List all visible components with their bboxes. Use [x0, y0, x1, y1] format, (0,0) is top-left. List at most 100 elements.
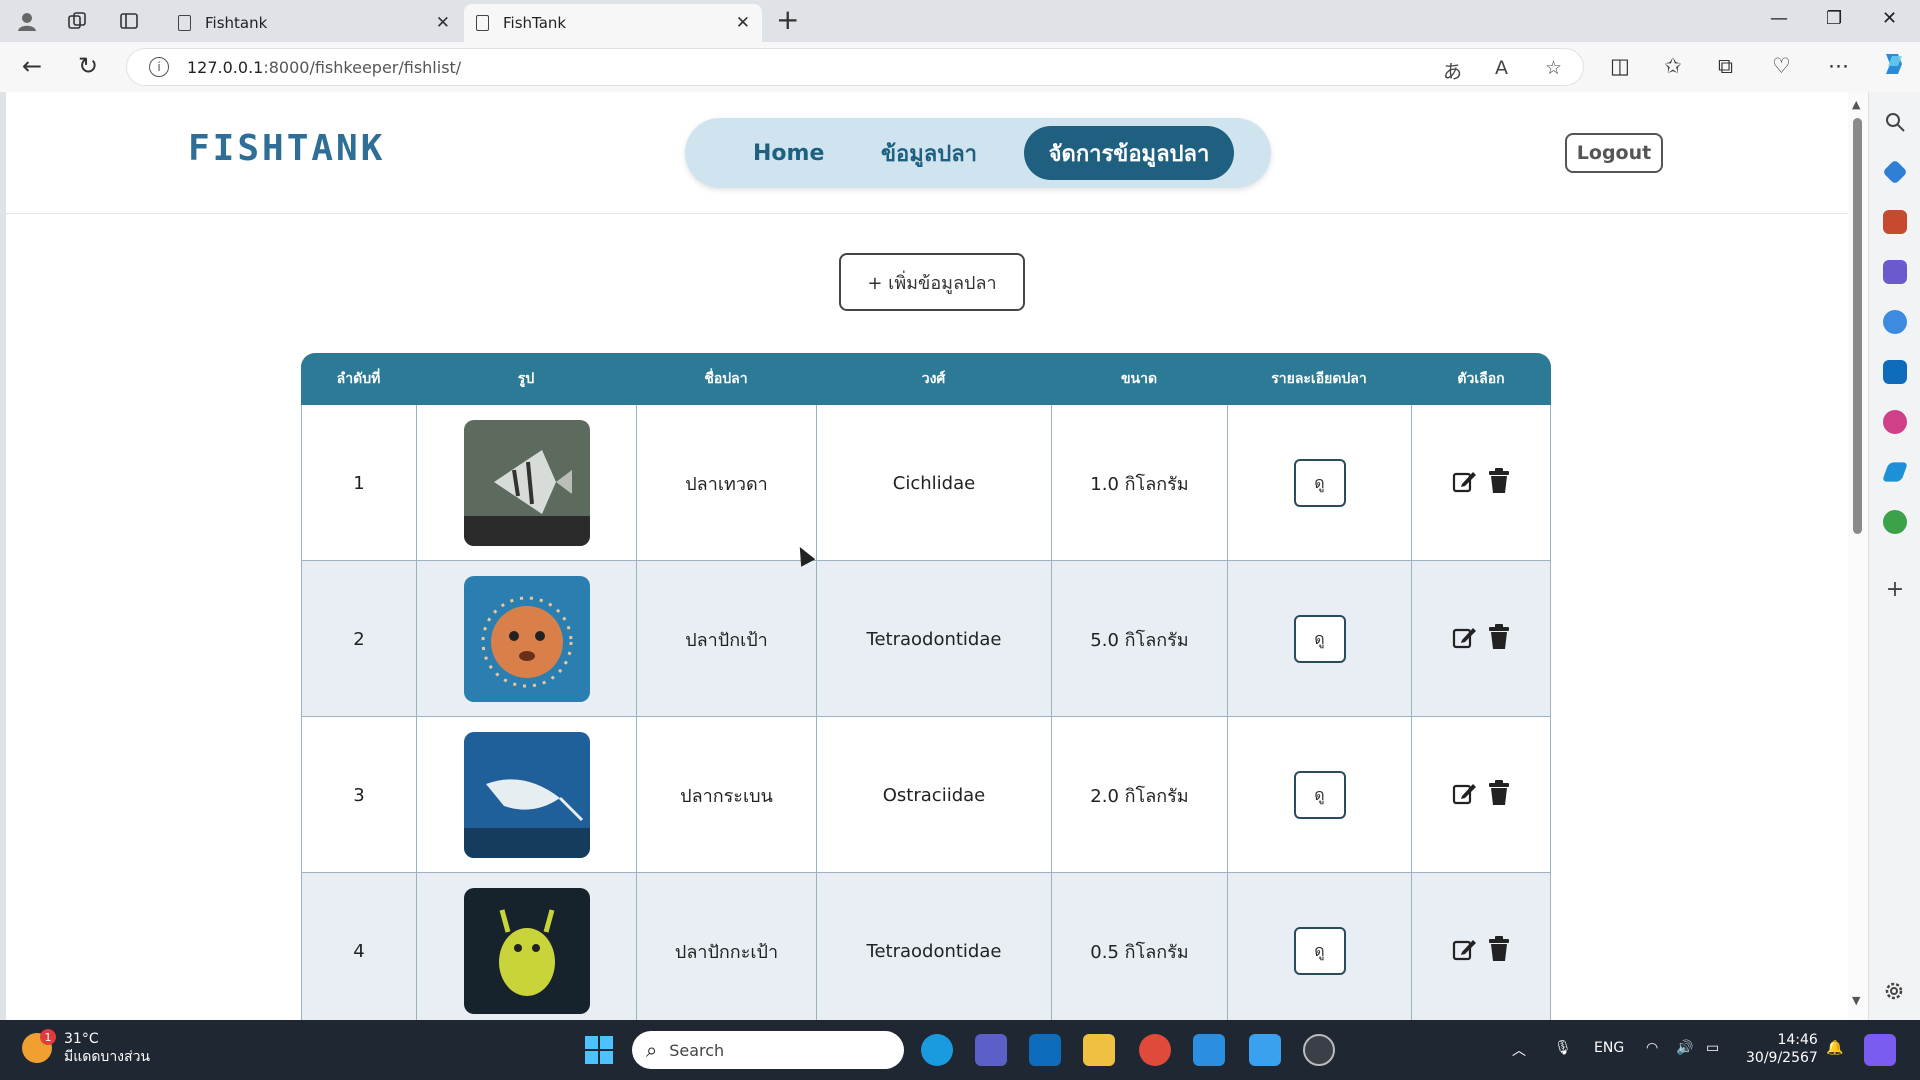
fish-name: ปลาปักกะเป้า — [636, 873, 816, 1020]
read-aloud-icon[interactable]: A — [1495, 57, 1508, 79]
view-details-button[interactable]: ดู — [1293, 927, 1346, 975]
outlook-icon[interactable] — [1883, 360, 1907, 384]
show-hidden-icons-icon[interactable]: ︿ — [1512, 1040, 1526, 1060]
view-details-button[interactable]: ดู — [1293, 771, 1346, 819]
clock-time: 14:46 — [1777, 1032, 1818, 1048]
teams-icon[interactable] — [975, 1034, 1007, 1066]
add-fish-button[interactable]: + เพิ่มข้อมูลปลา — [839, 253, 1025, 311]
fish-photo-stingray — [463, 732, 590, 858]
tab-title: Fishtank — [205, 14, 268, 32]
designer-icon[interactable] — [1883, 410, 1907, 434]
options-cell — [1411, 405, 1551, 561]
clock[interactable]: 14:46 30/9/2567 — [1746, 1031, 1818, 1067]
fish-size: 2.0 กิโลกรัม — [1051, 717, 1227, 873]
table-row: 3 ปลากระเบน Ostraciidae 2.0 กิโลกรัม ดู — [301, 717, 1551, 873]
tab-fishtank-1[interactable]: Fishtank ✕ — [166, 4, 462, 42]
address-toolbar: ← ↻ i 127.0.0.1:8000/fishkeeper/fishlist… — [0, 42, 1920, 92]
clock-date: 30/9/2567 — [1746, 1050, 1818, 1066]
windows-start-icon[interactable] — [583, 1034, 615, 1066]
nav-manage-fish[interactable]: จัดการข้อมูลปลา — [1024, 126, 1234, 180]
trash-icon[interactable] — [1487, 935, 1511, 967]
vertical-tabs-icon[interactable] — [116, 8, 142, 34]
copilot-icon[interactable] — [1880, 50, 1908, 83]
tools-briefcase-icon[interactable] — [1883, 210, 1907, 234]
notification-badge: 1 — [40, 1029, 56, 1045]
add-sidebar-icon[interactable]: + — [1883, 578, 1907, 602]
search-icon[interactable] — [1883, 110, 1907, 134]
trash-icon[interactable] — [1487, 779, 1511, 811]
url-text[interactable]: 127.0.0.1:8000/fishkeeper/fishlist/ — [187, 58, 461, 77]
vscode-icon[interactable] — [1193, 1034, 1225, 1066]
favorites-icon[interactable]: ✩ — [1664, 54, 1682, 78]
fish-name: ปลากระเบน — [636, 717, 816, 873]
col-header-options: ตัวเลือก — [1457, 371, 1505, 387]
collections-icon[interactable]: ⧉ — [1718, 54, 1733, 79]
edit-icon[interactable] — [1451, 624, 1477, 655]
col-header-size: ขนาด — [1120, 371, 1158, 387]
more-menu-icon[interactable]: ⋯ — [1828, 54, 1849, 78]
battery-icon[interactable]: ▭ — [1706, 1040, 1719, 1056]
edit-icon[interactable] — [1451, 936, 1477, 967]
view-details-button[interactable]: ดู — [1293, 459, 1346, 507]
scroll-down-icon[interactable]: ▼ — [1852, 994, 1860, 1007]
language-indicator[interactable]: ENG — [1594, 1040, 1624, 1056]
edit-icon[interactable] — [1451, 468, 1477, 499]
edit-icon[interactable] — [1451, 780, 1477, 811]
volume-icon[interactable]: 🔊 — [1676, 1040, 1693, 1056]
site-info-icon[interactable]: i — [149, 57, 169, 77]
table-row: 4 ปลาปักกะเป้า Tetraodontidae 0.5 กิโลกร… — [301, 873, 1551, 1020]
microphone-icon[interactable]: 🎙 — [1554, 1040, 1572, 1056]
favorite-star-icon[interactable]: ☆ — [1545, 57, 1562, 79]
close-icon[interactable]: ✕ — [736, 13, 750, 33]
site-header: FISHTANK Home ข้อมูลปลา จัดการข้อมูลปลา … — [6, 92, 1848, 214]
browser-essentials-icon[interactable]: ♡ — [1772, 54, 1791, 78]
screen-recorder-icon[interactable] — [1303, 1034, 1335, 1066]
scrollbar-thumb[interactable] — [1853, 118, 1862, 534]
back-arrow-icon[interactable]: ← — [22, 54, 42, 78]
browser-sidebar: + — [1868, 92, 1920, 1020]
close-window-button[interactable]: ✕ — [1882, 8, 1897, 29]
chrome-icon[interactable] — [1139, 1034, 1171, 1066]
translate-icon[interactable]: あ — [1443, 57, 1462, 84]
nav-fish-info[interactable]: ข้อมูลปลา — [881, 118, 977, 188]
page-scrollbar[interactable]: ▲ ▼ — [1848, 92, 1868, 1020]
weather-temp: 31°C — [64, 1031, 99, 1047]
scroll-up-icon[interactable]: ▲ — [1852, 98, 1860, 111]
new-tab-button[interactable]: + — [776, 6, 799, 34]
edge-browser-icon[interactable] — [921, 1034, 953, 1066]
refresh-icon[interactable]: ↻ — [78, 54, 98, 78]
notepad-icon[interactable] — [1249, 1034, 1281, 1066]
fish-family: Tetraodontidae — [816, 561, 1051, 717]
address-bar[interactable]: i 127.0.0.1:8000/fishkeeper/fishlist/ あ … — [126, 48, 1584, 86]
fish-family: Cichlidae — [816, 405, 1051, 561]
taskbar-search[interactable]: ⌕ Search — [632, 1031, 904, 1069]
logout-button[interactable]: Logout — [1565, 133, 1663, 173]
wifi-icon[interactable]: ◠ — [1646, 1040, 1658, 1056]
nav-home[interactable]: Home — [753, 118, 824, 188]
outlook-app-icon[interactable] — [1029, 1034, 1061, 1066]
games-icon[interactable] — [1883, 260, 1907, 284]
send-icon[interactable] — [1881, 462, 1909, 482]
site-logo[interactable]: FISHTANK — [188, 128, 385, 169]
view-details-button[interactable]: ดู — [1293, 615, 1346, 663]
weather-widget[interactable]: 1 31°C มีแดดบางส่วน — [22, 1029, 150, 1066]
file-explorer-icon[interactable] — [1083, 1034, 1115, 1066]
details-cell: ดู — [1227, 561, 1411, 717]
close-icon[interactable]: ✕ — [436, 13, 450, 33]
profile-icon[interactable] — [14, 8, 40, 34]
restore-button[interactable]: ❐ — [1826, 8, 1842, 29]
m365-icon[interactable] — [1883, 310, 1907, 334]
notifications-bell-icon[interactable]: 🔔 — [1826, 1040, 1843, 1056]
tree-icon[interactable] — [1883, 510, 1907, 534]
trash-icon[interactable] — [1487, 623, 1511, 655]
shopping-tag-icon[interactable] — [1882, 159, 1908, 185]
split-screen-icon[interactable]: ◫ — [1610, 54, 1630, 78]
workspaces-icon[interactable] — [64, 8, 90, 34]
minimize-button[interactable]: — — [1770, 8, 1788, 29]
copilot-taskbar-icon[interactable] — [1864, 1034, 1896, 1066]
weather-desc: มีแดดบางส่วน — [64, 1049, 150, 1065]
trash-icon[interactable] — [1487, 467, 1511, 499]
details-cell: ดู — [1227, 405, 1411, 561]
tab-fishtank-2[interactable]: FishTank ✕ — [464, 4, 762, 42]
settings-gear-icon[interactable] — [1883, 980, 1907, 1004]
